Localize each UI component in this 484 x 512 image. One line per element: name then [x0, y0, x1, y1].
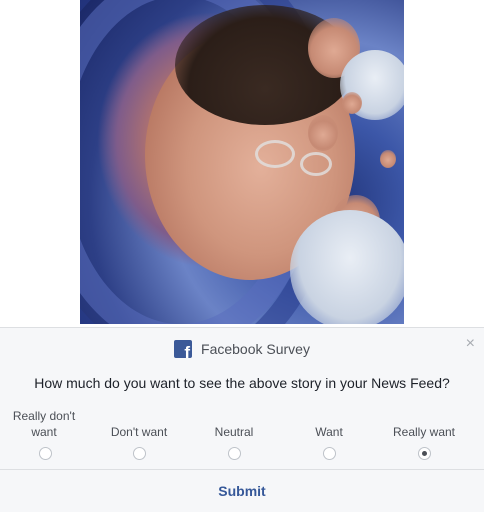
- image-face: [380, 150, 396, 168]
- image-shirt: [290, 210, 404, 324]
- option-radio[interactable]: [133, 447, 146, 460]
- survey-title: Facebook Survey: [201, 341, 310, 357]
- option-radio[interactable]: [39, 447, 52, 460]
- option-radio[interactable]: [323, 447, 336, 460]
- option-label: Want: [315, 425, 343, 439]
- option-want[interactable]: Want: [284, 404, 374, 460]
- image-face: [308, 115, 338, 151]
- rating-options: Really don't want Don't want Neutral Wan…: [0, 404, 484, 460]
- option-neutral[interactable]: Neutral: [189, 404, 279, 460]
- option-label: Really want: [392, 425, 456, 439]
- option-radio-selected[interactable]: [418, 447, 431, 460]
- option-label: Don't want: [110, 425, 168, 439]
- close-icon[interactable]: ×: [466, 336, 475, 352]
- option-label: Really don't want: [12, 409, 76, 439]
- facebook-logo-letter: f: [184, 343, 191, 358]
- option-really-want[interactable]: Really want: [379, 404, 469, 460]
- option-radio[interactable]: [228, 447, 241, 460]
- submit-button[interactable]: Submit: [0, 483, 484, 499]
- option-label: Neutral: [214, 425, 254, 439]
- image-face: [342, 92, 362, 114]
- survey-panel: f Facebook Survey × How much do you want…: [0, 327, 484, 512]
- divider: [0, 469, 484, 470]
- story-image[interactable]: [80, 0, 404, 324]
- facebook-logo-icon: f: [174, 340, 193, 358]
- image-glasses: [300, 152, 332, 176]
- image-glasses: [255, 140, 295, 168]
- survey-question: How much do you want to see the above st…: [34, 375, 450, 391]
- option-really-dont-want[interactable]: Really don't want: [0, 404, 90, 460]
- option-dont-want[interactable]: Don't want: [94, 404, 184, 460]
- survey-header: f Facebook Survey: [0, 340, 484, 358]
